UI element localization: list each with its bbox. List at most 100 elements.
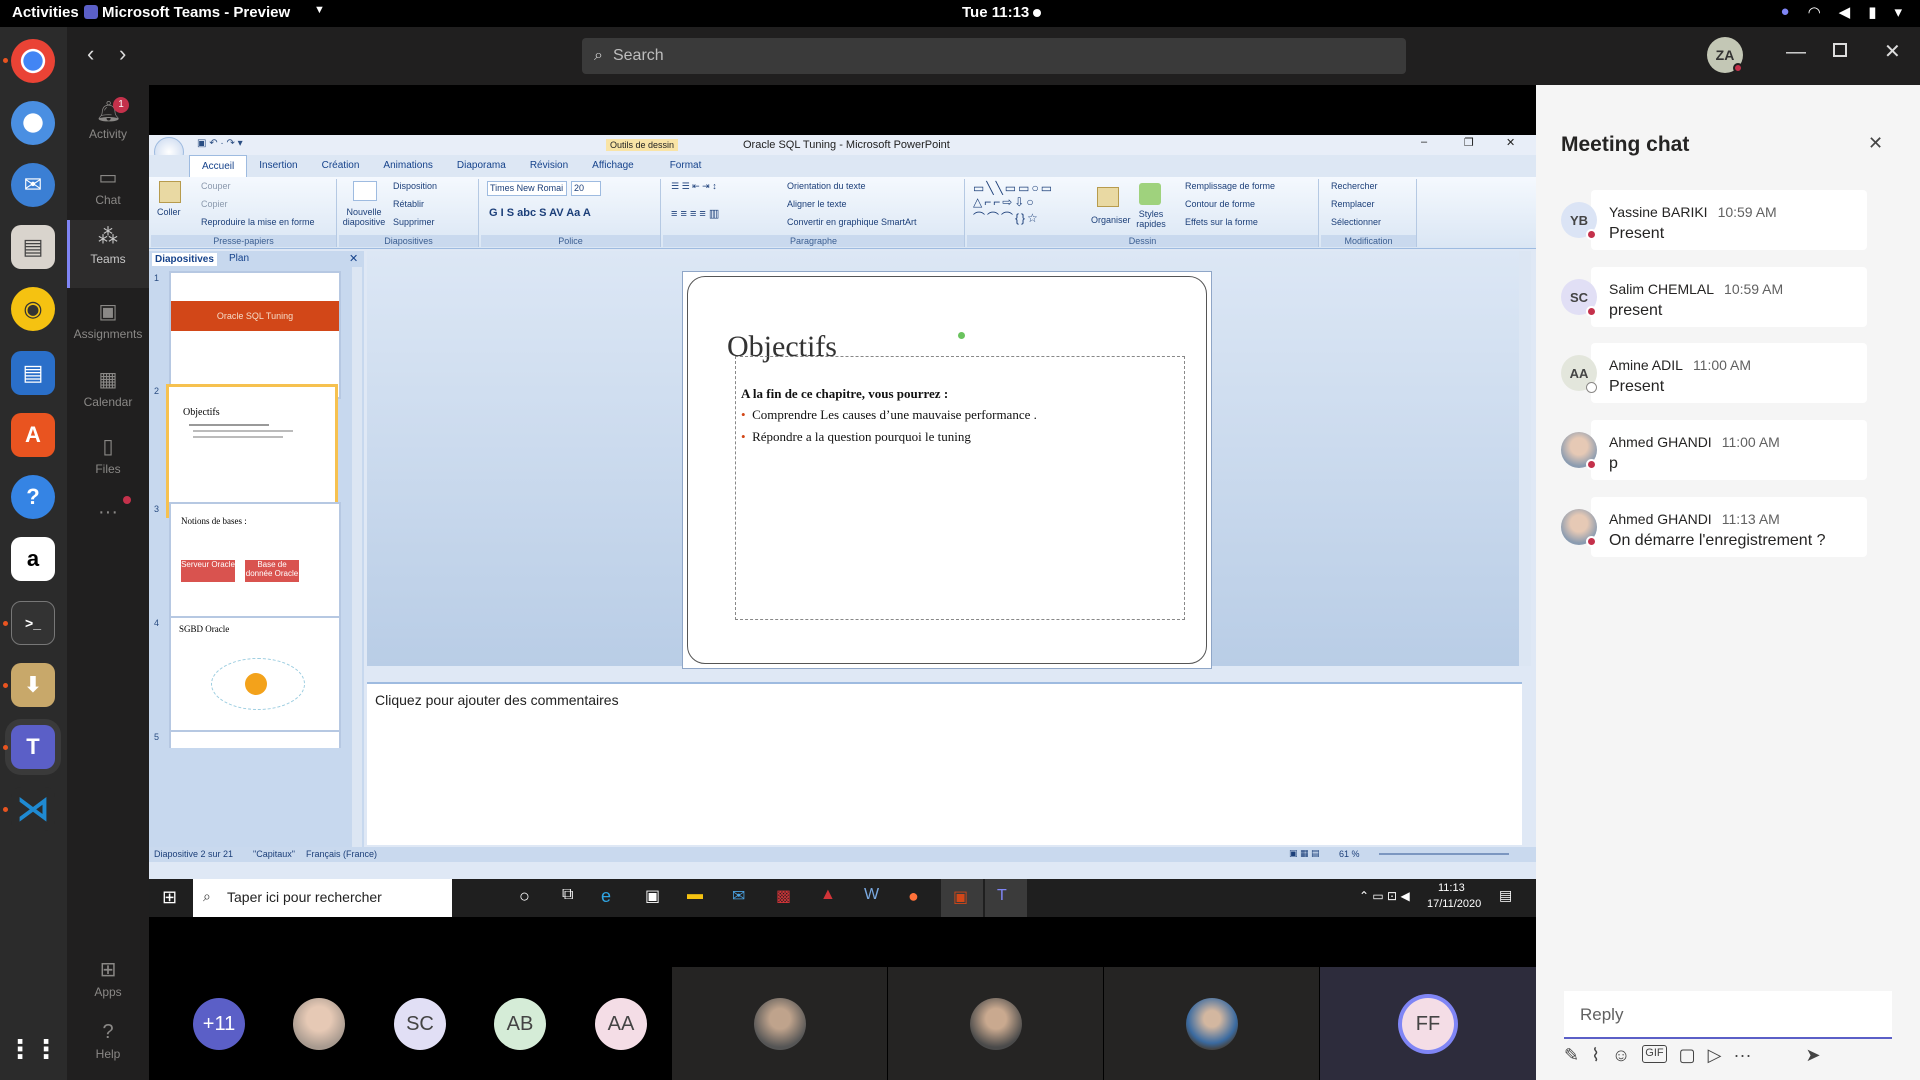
smartart-button[interactable]: Convertir en graphique SmartArt [787, 217, 917, 227]
slide-thumbnail-selected[interactable]: Objectifs [166, 384, 338, 518]
rail-item-teams[interactable]: ⁂ Teams [67, 220, 149, 288]
task-view-icon[interactable]: ⧉ [562, 886, 573, 904]
activities-button[interactable]: Activities [12, 4, 79, 21]
layout-button[interactable]: Disposition [393, 181, 437, 191]
thunderbird-icon[interactable]: ✉ [11, 163, 55, 207]
winrar-icon[interactable]: ▩ [776, 886, 791, 906]
new-slide-button[interactable]: Nouvelle diapositive [341, 207, 387, 227]
chromium-icon[interactable] [11, 101, 55, 145]
tray-icons[interactable]: ⌃ ▭ ⊡ ◀ [1359, 889, 1410, 903]
windows-search-box[interactable]: ⌕ Taper ici pour rechercher [193, 879, 452, 917]
maximize-icon[interactable] [1833, 43, 1847, 57]
slide-intro[interactable]: A la fin de ce chapitre, vous pourrez : [741, 386, 948, 402]
bullets-icon[interactable]: ☰ ☰ ⇤ ⇥ ↕ [671, 181, 717, 192]
rhythmbox-icon[interactable]: ◉ [11, 287, 55, 331]
slide-thumbnail[interactable]: Oracle SQL Tuning [169, 271, 341, 399]
tab-insertion[interactable]: Insertion [247, 155, 309, 177]
rail-item-help[interactable]: ? Help [67, 1015, 149, 1079]
minimize-icon[interactable]: – [1421, 136, 1427, 148]
restore-icon[interactable]: ❐ [1464, 136, 1474, 149]
delete-button[interactable]: Supprimer [393, 217, 435, 227]
send-icon[interactable]: ➤ [1805, 1045, 1820, 1071]
more-options-icon[interactable]: ··· [1733, 1045, 1751, 1071]
close-panel-icon[interactable]: ✕ [349, 252, 358, 265]
bold-icon[interactable]: G I S abc S AV Aa A [489, 207, 591, 219]
reset-button[interactable]: Rétablir [393, 199, 424, 209]
cut-button[interactable]: Couper [201, 181, 231, 191]
paste-button[interactable]: Coller [157, 207, 181, 217]
teams-task-button[interactable]: T [985, 879, 1027, 917]
tab-creation[interactable]: Création [310, 155, 372, 177]
replace-button[interactable]: Remplacer [1331, 199, 1375, 209]
rail-item-chat[interactable]: ▭ Chat [67, 161, 149, 225]
search-input[interactable]: ⌕ Search [582, 38, 1406, 74]
participant-avatar[interactable]: FF [1402, 998, 1454, 1050]
edit-area-scrollbar[interactable] [1519, 251, 1531, 666]
align-icons[interactable]: ≡ ≡ ≡ ≡ ▥ [671, 207, 719, 220]
slide-thumbnail[interactable]: SGBD Oracle [169, 616, 341, 744]
arrange-button[interactable]: Organiser [1091, 215, 1131, 225]
font-family-select[interactable]: Times New Romai [487, 181, 567, 196]
zoom-level[interactable]: 61 % [1339, 849, 1360, 859]
tab-accueil[interactable]: Accueil [189, 155, 248, 177]
copy-button[interactable]: Copier [201, 199, 228, 209]
slide-thumbnail[interactable]: Notions de bases : Serveur Oracle Base d… [169, 502, 341, 630]
find-button[interactable]: Rechercher [1331, 181, 1378, 191]
tab-diaporama[interactable]: Diaporama [445, 155, 518, 177]
amazon-icon[interactable]: a [11, 537, 55, 581]
chrome-icon[interactable] [11, 39, 55, 83]
tab-diapositives[interactable]: Diapositives [152, 253, 217, 266]
rotate-handle-icon[interactable] [958, 332, 965, 339]
close-icon[interactable]: ✕ [1884, 39, 1901, 64]
emoji-icon[interactable]: ☺ [1612, 1045, 1630, 1071]
firefox-icon[interactable]: ● [908, 886, 919, 907]
edge-icon[interactable]: e [601, 886, 611, 907]
file-explorer-icon[interactable]: ▬ [687, 886, 703, 904]
view-buttons[interactable]: ▣ ▦ ▤ [1289, 848, 1320, 859]
archive-manager-icon[interactable]: ⬇ [11, 663, 55, 707]
participant-avatar[interactable]: AB [494, 998, 546, 1050]
cortana-icon[interactable]: ○ [519, 886, 530, 907]
notes-pane[interactable]: Cliquez pour ajouter des commentaires [367, 682, 1522, 845]
app-menu[interactable]: Microsoft Teams - Preview [102, 4, 290, 21]
text-direction-button[interactable]: Orientation du texte [787, 181, 866, 191]
teams-tray-icon[interactable]: ● [1781, 3, 1790, 21]
font-size-select[interactable]: 20 [571, 181, 601, 196]
rail-item-activity[interactable]: 🔔︎ Activity 1 [67, 95, 149, 159]
shape-effects-button[interactable]: Effets sur la forme [1185, 217, 1258, 227]
close-icon[interactable]: ✕ [1506, 136, 1515, 149]
shapes-gallery[interactable]: ▭╲╲▭▭○▭ △⌐⌐⇨⇩○ ⌒⌒⌒{}☆ [973, 181, 1054, 226]
sticker-icon[interactable]: ▢ [1679, 1045, 1696, 1071]
rail-item-calendar[interactable]: ▦ Calendar [67, 363, 149, 427]
gif-icon[interactable]: GIF [1642, 1045, 1667, 1063]
tab-format[interactable]: Format [658, 155, 714, 177]
shape-fill-button[interactable]: Remplissage de forme [1185, 181, 1275, 191]
arrange-icon[interactable] [1097, 187, 1119, 207]
acrobat-icon[interactable]: ▲ [820, 886, 836, 904]
select-button[interactable]: Sélectionner [1331, 217, 1381, 227]
participant-avatar[interactable]: SC [394, 998, 446, 1050]
word-icon[interactable]: W [864, 886, 879, 904]
minimize-icon[interactable]: — [1786, 41, 1806, 64]
overflow-participants-button[interactable]: +11 [193, 998, 245, 1050]
libreoffice-writer-icon[interactable]: ▤ [11, 351, 55, 395]
clock[interactable]: Tue 11:13 [962, 4, 1029, 21]
language[interactable]: Français (France) [306, 849, 377, 859]
current-slide[interactable]: Objectifs A la fin de ce chapitre, vous … [682, 271, 1212, 669]
files-icon[interactable]: ▤ [11, 225, 55, 269]
shape-outline-button[interactable]: Contour de forme [1185, 199, 1255, 209]
paste-icon[interactable] [159, 181, 181, 203]
store-icon[interactable]: ▣ [645, 886, 660, 906]
more-apps-button[interactable]: ··· [67, 495, 149, 559]
participant-avatar[interactable]: AA [595, 998, 647, 1050]
vscode-icon[interactable]: ⋊ [11, 787, 55, 831]
back-arrow-icon[interactable]: ‹ [87, 41, 94, 67]
system-tray[interactable]: ● ◠ ◀ ▮ ▾ [1781, 3, 1903, 21]
teams-icon[interactable]: T [11, 725, 55, 769]
mail-icon[interactable]: ✉ [732, 886, 745, 906]
rail-item-apps[interactable]: ⊞ Apps [67, 953, 149, 1017]
windows-start-icon[interactable]: ⊞ [162, 887, 177, 908]
tab-affichage[interactable]: Affichage [580, 155, 646, 177]
participant-avatar-photo[interactable] [293, 998, 345, 1050]
rail-item-files[interactable]: ▯ Files [67, 430, 149, 494]
